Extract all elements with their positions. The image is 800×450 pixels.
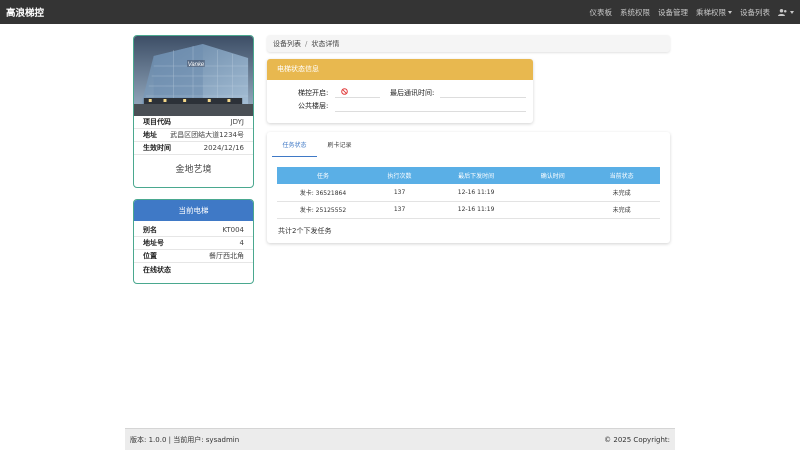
elevator-status-header: 电梯状态信息 — [267, 59, 533, 80]
lift-control-underline — [335, 97, 380, 98]
project-effective-value: 2024/12/16 — [203, 144, 244, 152]
column-header-confirm-time: 确认时间 — [522, 167, 584, 184]
elevator-status-card: 电梯状态信息 梯控开启: 最后通讯时间: 公共楼层: — [267, 59, 533, 123]
cell-confirm-time — [522, 201, 584, 219]
table-row: 发卡: 36521864 137 12-16 11:19 未完成 — [277, 184, 660, 202]
elevator-alias-value: KT004 — [222, 226, 244, 234]
cell-last-sent-time: 12-16 11:19 — [430, 184, 523, 202]
user-menu[interactable] — [778, 8, 794, 17]
breadcrumb-current: 状态详情 — [311, 39, 340, 48]
column-header-last-sent-time: 最后下发时间 — [430, 167, 523, 184]
cell-last-sent-time: 12-16 11:19 — [430, 201, 523, 219]
column-header-current-status: 当前状态 — [583, 167, 660, 184]
table-header-row: 任务 执行次数 最后下发时间 确认时间 当前状态 — [277, 167, 660, 184]
elevator-location-value: 餐厅西北角 — [209, 252, 244, 260]
nav-item-system-permissions[interactable]: 系统权限 — [620, 7, 650, 18]
footer: 版本: 1.0.0 | 当前用户: sysadmin © 2025 Copyri… — [125, 428, 675, 450]
chevron-down-icon — [728, 11, 732, 14]
elevator-row-address-no: 地址号 4 — [134, 237, 253, 250]
chevron-down-icon — [790, 10, 794, 14]
tab-task-status[interactable]: 任务状态 — [272, 140, 317, 157]
public-floor-label: 公共楼层: — [298, 102, 329, 110]
nav-item-ride-permissions-label: 乘梯权限 — [696, 7, 726, 17]
cell-current-status: 未完成 — [583, 201, 660, 219]
cell-confirm-time — [522, 184, 584, 202]
ban-icon — [341, 88, 348, 95]
tab-card-swipe-records[interactable]: 刷卡记录 — [317, 140, 362, 157]
breadcrumb-device-list-link[interactable]: 设备列表 — [273, 39, 301, 49]
elevator-row-online-status: 在线状态 — [134, 263, 253, 276]
top-navbar: 高浪梯控 仪表板 系统权限 设备管理 乘梯权限 设备列表 — [0, 0, 800, 24]
project-row-code: 项目代码 JDYJ — [134, 116, 253, 129]
nav-item-device-management[interactable]: 设备管理 — [658, 7, 688, 18]
elevator-location-label: 位置 — [143, 252, 157, 260]
elevator-row-location: 位置 餐厅西北角 — [134, 250, 253, 263]
elevator-online-label: 在线状态 — [143, 265, 171, 274]
table-row: 发卡: 25125552 137 12-16 11:19 未完成 — [277, 201, 660, 219]
public-floor-underline — [335, 111, 526, 112]
image-sign-text: Vanke — [188, 62, 205, 68]
lift-control-label: 梯控开启: — [298, 89, 329, 97]
project-row-effective-time: 生效时间 2024/12/16 — [134, 142, 253, 155]
nav-item-ride-permissions[interactable]: 乘梯权限 — [696, 7, 732, 18]
current-elevator-header: 当前电梯 — [134, 200, 253, 221]
last-comm-time-label: 最后通讯时间: — [390, 89, 435, 97]
app-title[interactable]: 高浪梯控 — [6, 5, 44, 19]
tab-bar: 任务状态 刷卡记录 — [272, 140, 362, 157]
project-code-value: JDYJ — [230, 118, 244, 126]
footer-copyright: © 2025 Copyright: — [604, 435, 670, 444]
column-header-exec-count: 执行次数 — [368, 167, 431, 184]
cell-exec-count: 137 — [368, 201, 431, 219]
elevator-alias-label: 别名 — [143, 226, 157, 234]
project-address-label: 地址 — [143, 131, 157, 139]
project-building-image: Vanke — [134, 36, 253, 116]
cell-task: 发卡: 36521864 — [277, 184, 369, 202]
cell-exec-count: 137 — [368, 184, 431, 202]
nav-item-dashboard[interactable]: 仪表板 — [590, 7, 613, 18]
task-total-text: 共计2个下发任务 — [278, 227, 332, 235]
cell-task: 发卡: 25125552 — [277, 201, 369, 219]
elevator-address-label: 地址号 — [143, 239, 164, 247]
nav-menu: 仪表板 系统权限 设备管理 乘梯权限 设备列表 — [582, 0, 794, 24]
current-elevator-card: 当前电梯 别名 KT004 地址号 4 位置 餐厅西北角 在线状态 — [133, 199, 254, 284]
task-table: 任务 执行次数 最后下发时间 确认时间 当前状态 发卡: 36521864 13… — [277, 167, 660, 219]
last-comm-time-underline — [440, 97, 526, 98]
project-code-label: 项目代码 — [143, 118, 171, 126]
elevator-address-value: 4 — [239, 239, 244, 247]
users-icon — [778, 8, 787, 16]
breadcrumb-separator: / — [305, 39, 308, 48]
column-header-task: 任务 — [277, 167, 369, 184]
project-name: 金地艺境 — [175, 165, 212, 175]
project-row-address: 地址 武昌区团结大道1234号 — [134, 129, 253, 142]
cell-current-status: 未完成 — [583, 184, 660, 202]
breadcrumb: 设备列表 / 状态详情 — [267, 35, 670, 52]
nav-item-device-list[interactable]: 设备列表 — [740, 7, 770, 18]
footer-version-user: 版本: 1.0.0 | 当前用户: sysadmin — [130, 435, 240, 444]
project-address-value: 武昌区团结大道1234号 — [170, 131, 244, 139]
elevator-row-alias: 别名 KT004 — [134, 224, 253, 237]
project-card: Vanke 项目代码 JDYJ 地址 武昌区团结大道1234号 生效时间 202… — [133, 35, 254, 188]
project-effective-label: 生效时间 — [143, 144, 171, 152]
